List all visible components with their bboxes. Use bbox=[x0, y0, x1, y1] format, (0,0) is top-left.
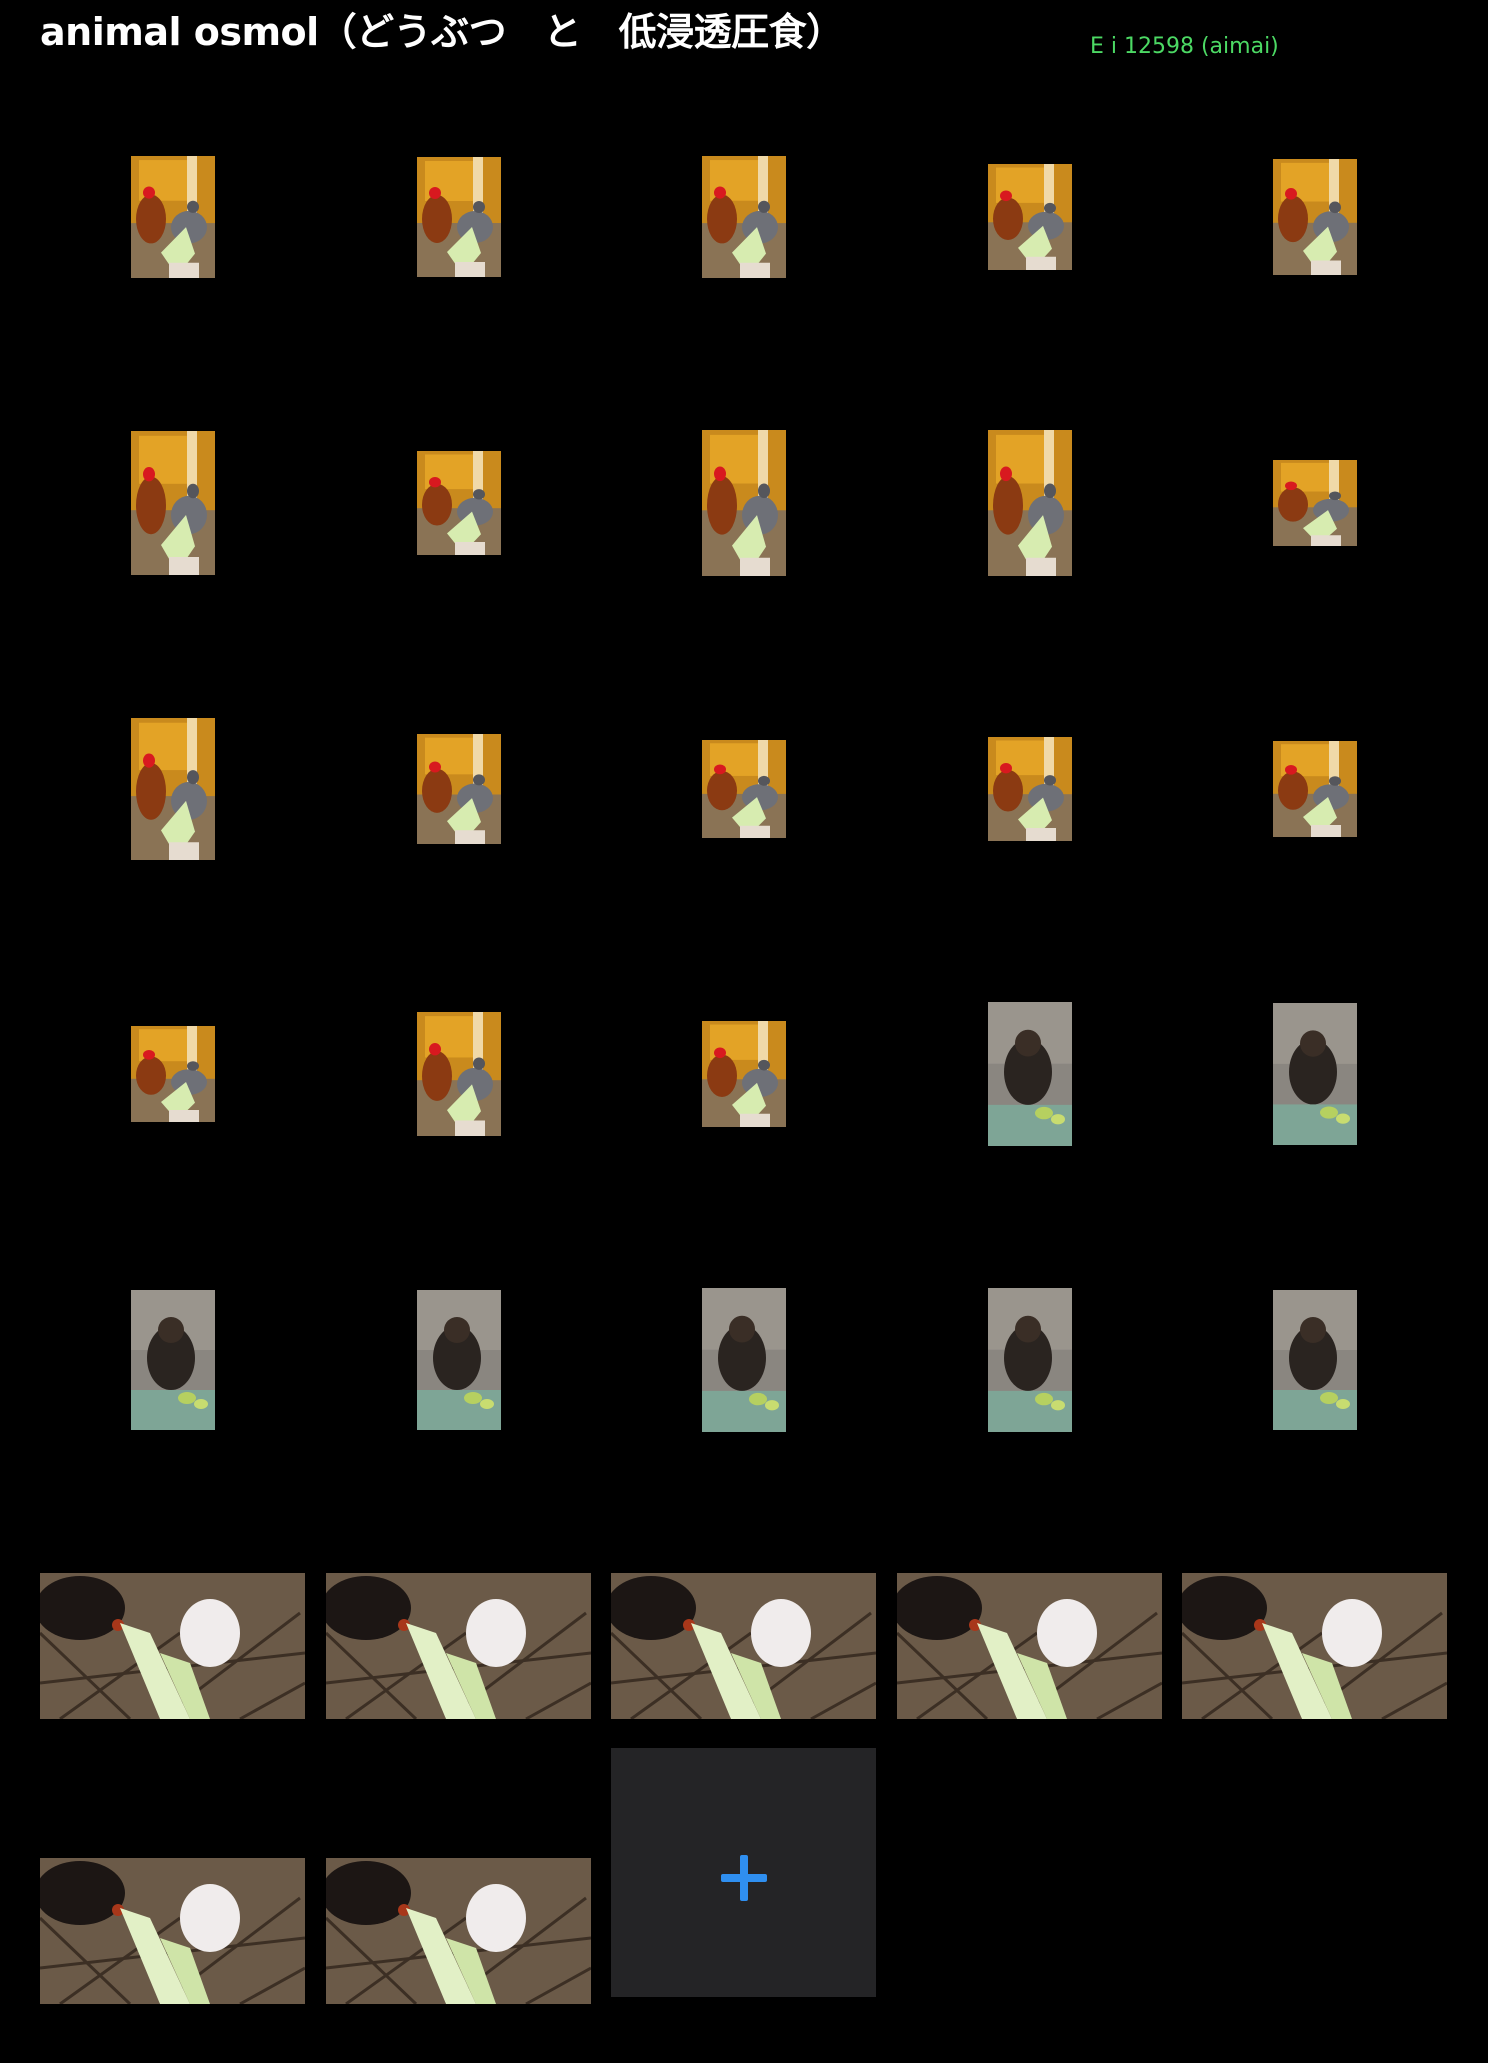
rabbit-and-hen-photo bbox=[326, 1857, 591, 2004]
chicken-photo bbox=[1272, 459, 1357, 546]
photo-tile[interactable] bbox=[611, 1513, 876, 1778]
user-label: E i 12598 (aimai) bbox=[1090, 34, 1279, 59]
chicken-photo bbox=[130, 155, 215, 278]
gorilla-photo bbox=[416, 1289, 501, 1430]
chicken-photo bbox=[130, 430, 215, 575]
gorilla-photo bbox=[1272, 1002, 1357, 1145]
chicken-photo bbox=[701, 739, 786, 838]
photo-tile[interactable] bbox=[611, 1227, 876, 1492]
photo-tile[interactable] bbox=[40, 1798, 305, 2063]
chicken-photo bbox=[701, 155, 786, 278]
chicken-photo bbox=[987, 429, 1072, 576]
photo-tile[interactable] bbox=[897, 1513, 1162, 1778]
gorilla-photo bbox=[1272, 1289, 1357, 1430]
photo-tile[interactable] bbox=[611, 370, 876, 635]
photo-tile[interactable] bbox=[1182, 941, 1447, 1206]
rabbit-and-hen-photo bbox=[40, 1572, 305, 1719]
gorilla-photo bbox=[987, 1287, 1072, 1432]
rabbit-and-hen-photo bbox=[326, 1572, 591, 1719]
chicken-photo bbox=[130, 717, 215, 860]
photo-tile[interactable] bbox=[326, 84, 591, 349]
chicken-photo bbox=[1272, 740, 1357, 837]
photo-tile[interactable] bbox=[897, 370, 1162, 635]
photo-tile[interactable] bbox=[1182, 84, 1447, 349]
chicken-photo bbox=[416, 1011, 501, 1136]
photo-tile[interactable] bbox=[897, 941, 1162, 1206]
chicken-photo bbox=[701, 429, 786, 576]
photo-tile[interactable] bbox=[40, 1513, 305, 1778]
photo-tile[interactable] bbox=[1182, 1513, 1447, 1778]
photo-tile[interactable] bbox=[326, 1513, 591, 1778]
gorilla-photo bbox=[130, 1289, 215, 1430]
chicken-photo bbox=[130, 1025, 215, 1122]
photo-tile[interactable] bbox=[897, 1227, 1162, 1492]
photo-tile[interactable] bbox=[40, 656, 305, 921]
photo-tile[interactable] bbox=[326, 1227, 591, 1492]
add-photo-button[interactable] bbox=[611, 1748, 876, 1997]
photo-tile[interactable] bbox=[611, 941, 876, 1206]
photo-tile[interactable] bbox=[897, 656, 1162, 921]
chicken-photo bbox=[987, 736, 1072, 841]
page-title: animal osmol（どうぶつ と 低浸透圧食） bbox=[40, 10, 844, 54]
gorilla-photo bbox=[987, 1001, 1072, 1146]
chicken-photo bbox=[1272, 158, 1357, 275]
photo-tile[interactable] bbox=[611, 656, 876, 921]
rabbit-and-hen-photo bbox=[40, 1857, 305, 2004]
plus-icon bbox=[721, 1855, 767, 1901]
photo-tile[interactable] bbox=[611, 84, 876, 349]
photo-tile[interactable] bbox=[326, 941, 591, 1206]
gorilla-photo bbox=[701, 1287, 786, 1432]
photo-tile[interactable] bbox=[1182, 1227, 1447, 1492]
chicken-photo bbox=[416, 733, 501, 844]
photo-tile[interactable] bbox=[326, 1798, 591, 2063]
chicken-photo bbox=[987, 163, 1072, 270]
photo-tile[interactable] bbox=[326, 656, 591, 921]
photo-tile[interactable] bbox=[326, 370, 591, 635]
rabbit-and-hen-photo bbox=[1182, 1572, 1447, 1719]
photo-tile[interactable] bbox=[1182, 370, 1447, 635]
photo-tile[interactable] bbox=[40, 370, 305, 635]
chicken-photo bbox=[416, 450, 501, 555]
chicken-photo bbox=[416, 156, 501, 277]
rabbit-and-hen-photo bbox=[611, 1572, 876, 1719]
photo-tile[interactable] bbox=[40, 1227, 305, 1492]
photo-tile[interactable] bbox=[1182, 656, 1447, 921]
rabbit-and-hen-photo bbox=[897, 1572, 1162, 1719]
photo-tile[interactable] bbox=[897, 84, 1162, 349]
chicken-photo bbox=[701, 1020, 786, 1127]
photo-tile[interactable] bbox=[40, 941, 305, 1206]
photo-tile[interactable] bbox=[40, 84, 305, 349]
